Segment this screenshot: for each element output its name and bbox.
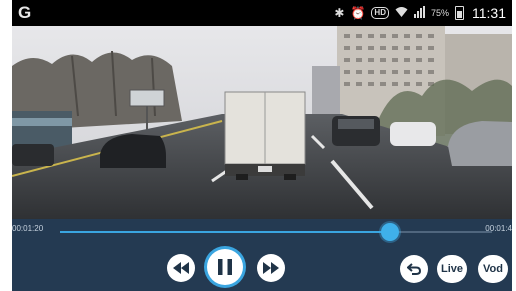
hd-voice-icon: HD xyxy=(371,7,389,19)
pause-button[interactable] xyxy=(207,249,243,285)
clock: 11:31 xyxy=(472,5,506,21)
fast-forward-icon xyxy=(263,262,279,274)
back-icon xyxy=(407,263,421,275)
app-logo: G xyxy=(18,3,32,22)
current-time: 00:01:20 xyxy=(12,224,44,233)
seek-progress xyxy=(60,231,391,233)
status-icons: ✱ ⏰ HD 75% 11:31 xyxy=(334,5,506,21)
back-button[interactable] xyxy=(400,255,428,283)
rewind-icon xyxy=(173,262,189,274)
rewind-button[interactable] xyxy=(167,254,195,282)
fast-forward-button[interactable] xyxy=(257,254,285,282)
device-screen: G ✱ ⏰ HD 75% 11:31 00:01:20 00:01:4 Live… xyxy=(12,0,512,291)
vod-button[interactable]: Vod xyxy=(478,255,508,283)
video-frame[interactable] xyxy=(12,26,512,219)
seek-thumb[interactable] xyxy=(381,223,400,241)
vod-label: Vod xyxy=(483,263,503,275)
video-scene xyxy=(12,26,512,219)
live-label: Live xyxy=(440,263,463,275)
battery-icon xyxy=(455,6,464,20)
alarm-icon: ⏰ xyxy=(350,6,366,20)
bluetooth-icon: ✱ xyxy=(334,6,345,20)
battery-percent: 75% xyxy=(430,8,449,18)
signal-icon xyxy=(413,5,425,21)
live-button[interactable]: Live xyxy=(437,255,467,283)
seek-bar[interactable] xyxy=(60,223,492,241)
pause-icon xyxy=(218,259,232,275)
wifi-icon xyxy=(395,6,408,21)
player-controls: 00:01:20 00:01:4 Live Vod xyxy=(12,219,512,291)
status-bar: G ✱ ⏰ HD 75% 11:31 xyxy=(12,0,512,26)
